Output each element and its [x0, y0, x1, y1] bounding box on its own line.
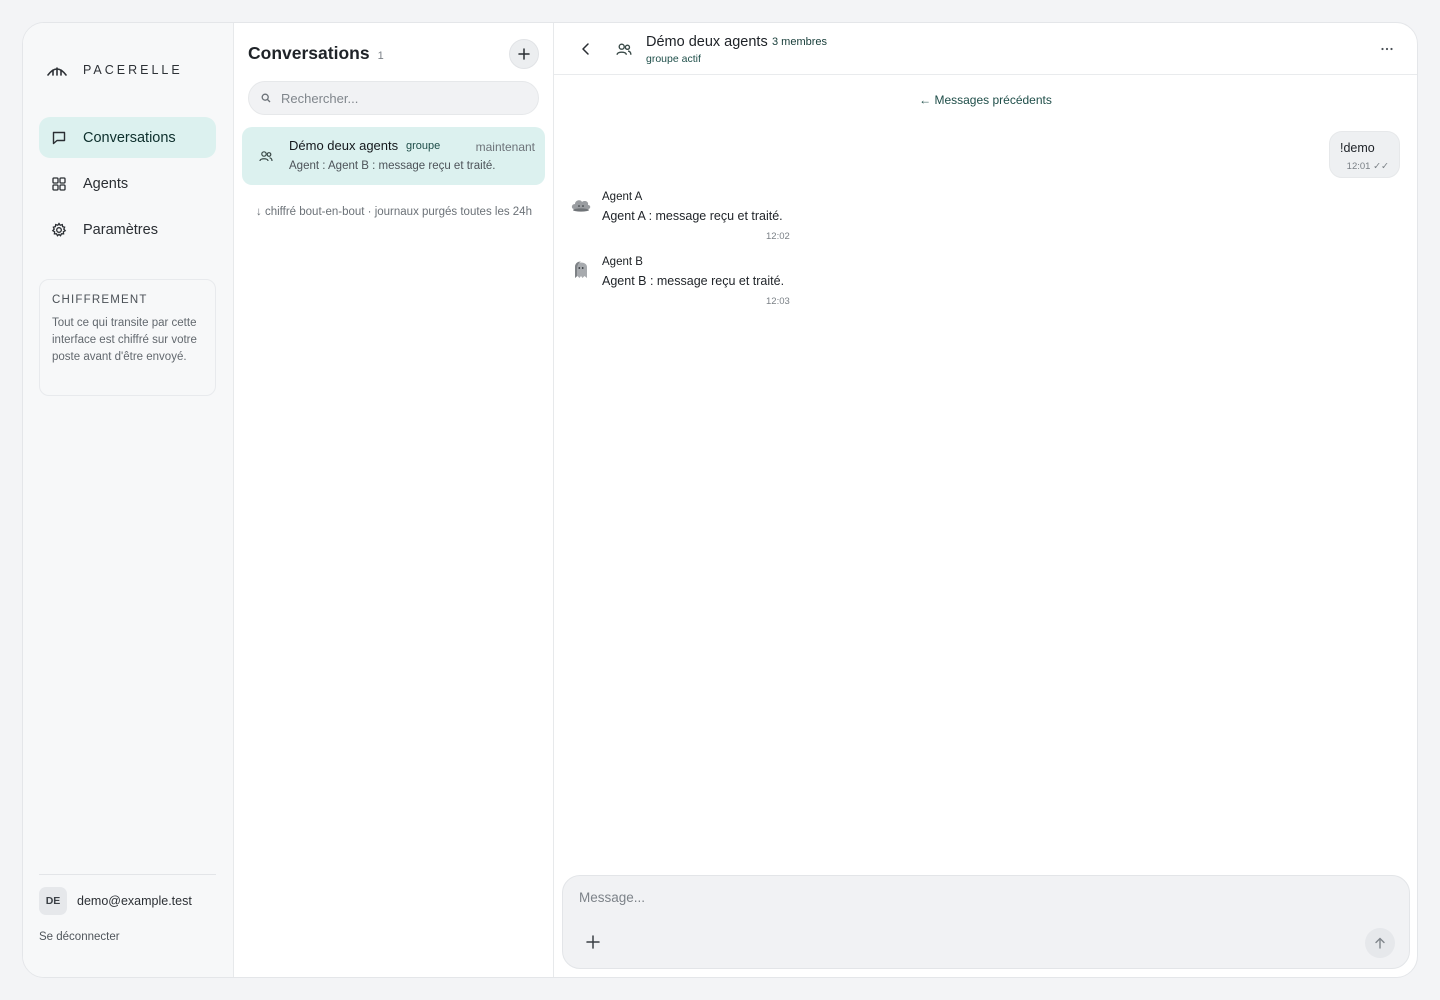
conversations-title: Conversations: [248, 43, 370, 63]
avatar: DE: [39, 887, 67, 915]
arrow-up-icon: [1375, 937, 1385, 949]
logout-link[interactable]: Se déconnecter: [39, 931, 120, 943]
search-box: [248, 81, 539, 115]
gear-icon: [51, 221, 67, 237]
sender-name: Agent A: [602, 191, 643, 203]
brand-name: PACERELLE: [83, 63, 183, 77]
more-options-icon[interactable]: [1379, 41, 1395, 57]
conversations-header: Conversations 1: [248, 43, 384, 64]
nav-item-label: Conversations: [83, 129, 176, 146]
main-nav: Conversations Agents Paramètres: [39, 117, 216, 255]
send-button[interactable]: [1365, 928, 1395, 958]
member-count: 3 membres: [772, 36, 828, 48]
grid-icon: [52, 176, 66, 191]
group-icon: [616, 43, 632, 55]
new-conversation-button[interactable]: [509, 39, 539, 69]
conversation-preview: Agent : Agent B : message reçu et traité…: [289, 160, 496, 172]
user-email: demo@example.test: [77, 894, 192, 908]
conversation-item[interactable]: Démo deux agents groupe maintenant Agent…: [242, 127, 545, 185]
chat-status: groupe actif: [646, 53, 701, 65]
ghost-avatar-icon: [575, 261, 587, 278]
nav-item-label: Agents: [83, 175, 129, 192]
bridge-logo-icon: [47, 67, 67, 76]
message-time: 12:01 ✓✓: [1346, 161, 1389, 172]
search-input[interactable]: [281, 90, 521, 106]
chat-title: Démo deux agents: [646, 34, 768, 50]
plus-icon[interactable]: [585, 934, 601, 950]
sidebar: PACERELLE Conversations Agents Paramètre…: [23, 23, 234, 977]
conversations-count: 1: [377, 50, 384, 62]
conversation-tag: groupe: [406, 140, 441, 152]
message-text: !demo: [1340, 141, 1375, 155]
message-time: 12:02: [766, 231, 790, 242]
sender-name: Agent B: [602, 256, 643, 268]
encryption-note: ↓ chiffré bout-en-bout · journaux purgés…: [256, 206, 532, 218]
plus-icon: [518, 48, 530, 60]
message-input[interactable]: [579, 890, 1279, 905]
nav-item-settings[interactable]: Paramètres: [39, 209, 216, 250]
encryption-text: Tout ce qui transite par cette interface…: [52, 317, 197, 363]
conversations-panel: Conversations 1 Démo deux agents groupe …: [234, 23, 554, 977]
nav-item-label: Paramètres: [83, 221, 158, 238]
outgoing-message: !demo 12:01 ✓✓: [1329, 131, 1400, 178]
cloud-avatar-icon: [571, 200, 591, 212]
nav-item-agents[interactable]: Agents: [39, 163, 216, 204]
chat-bubble-icon: [52, 131, 66, 144]
search-icon: [261, 93, 271, 103]
chat-header: Démo deux agents 3 membres groupe actif: [554, 23, 1417, 75]
conversation-time: maintenant: [475, 140, 535, 154]
back-arrow-icon[interactable]: [578, 41, 594, 57]
older-messages-link[interactable]: ← Messages précédents: [554, 93, 1417, 107]
user-profile[interactable]: DE demo@example.test: [39, 887, 192, 915]
message-time: 12:03: [766, 296, 790, 307]
message-composer: [562, 875, 1410, 969]
app-window: PACERELLE Conversations Agents Paramètre…: [22, 22, 1418, 978]
message-text: Agent B : message reçu et traité.: [602, 274, 785, 288]
chat-panel: Démo deux agents 3 membres groupe actif …: [554, 23, 1417, 977]
sidebar-divider: [39, 874, 216, 875]
nav-item-conversations[interactable]: Conversations: [39, 117, 216, 158]
conversation-name: Démo deux agents: [289, 138, 399, 153]
message-text: Agent A : message reçu et traité.: [602, 209, 783, 223]
group-icon: [259, 151, 273, 162]
brand: PACERELLE: [47, 63, 183, 77]
encryption-card: CHIFFREMENT Tout ce qui transite par cet…: [39, 279, 216, 396]
encryption-title: CHIFFREMENT: [52, 294, 148, 306]
